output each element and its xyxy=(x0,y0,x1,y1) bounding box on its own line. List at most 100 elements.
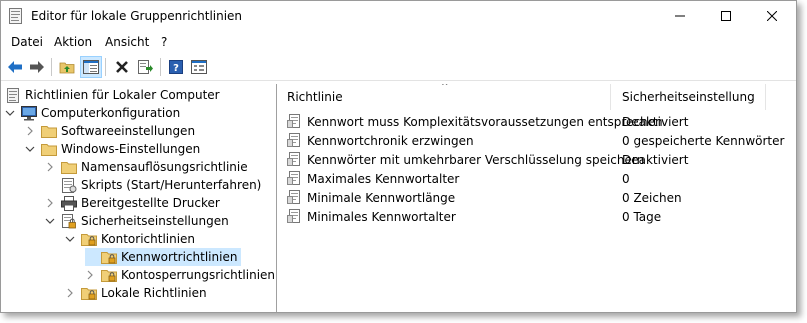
chevron-right-icon[interactable] xyxy=(85,270,95,280)
policy-row[interactable]: Maximales Kennwortalter 0 xyxy=(287,169,796,188)
lock-folder-icon xyxy=(81,286,97,301)
column-header-policy-label: Richtlinie xyxy=(287,90,343,104)
tree-item-label: Softwareeinstellungen xyxy=(61,124,196,138)
tree-item-label: Computerkonfiguration xyxy=(41,106,181,120)
sort-indicator: ^ xyxy=(441,84,449,92)
policy-item-icon xyxy=(287,133,303,148)
policy-name: Kennwortchronik erzwingen xyxy=(307,133,474,148)
policy-name: Kennwörter mit umkehrbarer Verschlüsselu… xyxy=(307,152,645,167)
help-button[interactable]: ? xyxy=(165,56,187,78)
policy-name: Minimale Kennwortlänge xyxy=(307,190,456,205)
menu-datei[interactable]: Datei xyxy=(11,35,43,49)
policy-item-icon xyxy=(287,171,303,186)
show-hide-tree-button[interactable] xyxy=(80,56,102,78)
toolbar-separator xyxy=(105,58,106,76)
properties-button[interactable] xyxy=(188,56,210,78)
security-setting-value: Deaktiviert xyxy=(622,114,689,129)
column-header-policy[interactable]: ^ Richtlinie xyxy=(281,84,611,110)
svg-text:?: ? xyxy=(173,63,179,74)
title-bar: Editor für lokale Gruppenrichtlinien xyxy=(1,1,796,31)
tree-item[interactable]: Lokale Richtlinien xyxy=(65,284,207,302)
tree-item[interactable]: Softwareeinstellungen xyxy=(25,122,195,140)
properties-icon xyxy=(191,60,207,74)
policy-row[interactable]: Minimale Kennwortlänge 0 Zeichen xyxy=(287,188,796,207)
menu-help[interactable]: ? xyxy=(161,35,167,49)
folder-up-button[interactable] xyxy=(56,56,78,78)
policy-item-icon xyxy=(287,114,303,129)
close-button[interactable] xyxy=(749,1,795,31)
tree-item-label: Kennwortrichtlinien xyxy=(121,250,238,264)
folder-icon xyxy=(61,160,77,175)
menu-bar: Datei Aktion Ansicht ? xyxy=(1,32,796,52)
chevron-right-icon[interactable] xyxy=(25,126,35,136)
tree-item[interactable]: Namensauflösungsrichtlinie xyxy=(45,158,248,176)
policy-item-icon xyxy=(287,190,303,205)
toolbar-separator xyxy=(51,58,52,76)
policy-name: Minimales Kennwortalter xyxy=(307,209,456,224)
menu-aktion[interactable]: Aktion xyxy=(54,35,92,49)
delete-icon xyxy=(116,61,128,73)
tree-item[interactable]: Bereitgestellte Drucker xyxy=(45,194,220,212)
export-list-button[interactable] xyxy=(134,56,156,78)
tree-item[interactable]: Kontosperrungsrichtlinien xyxy=(85,266,275,284)
show-hide-tree-icon xyxy=(83,60,99,74)
tree-item[interactable]: Richtlinien für Lokaler Computer xyxy=(5,86,220,104)
minimize-icon xyxy=(675,15,685,17)
toolbar: ? xyxy=(1,54,796,81)
chevron-right-icon[interactable] xyxy=(45,198,55,208)
policy-name: Maximales Kennwortalter xyxy=(307,171,460,186)
security-setting-value: 0 gespeicherte Kennwörter xyxy=(622,133,785,148)
chevron-right-icon[interactable] xyxy=(45,162,55,172)
export-list-icon xyxy=(138,60,153,74)
window-title: Editor für lokale Gruppenrichtlinien xyxy=(31,9,243,23)
menu-ansicht[interactable]: Ansicht xyxy=(105,35,149,49)
back-button[interactable] xyxy=(4,56,26,78)
folder-icon xyxy=(41,124,57,139)
security-icon xyxy=(61,213,77,229)
minimize-button[interactable] xyxy=(657,1,703,31)
tree-item-label: Namensauflösungsrichtlinie xyxy=(81,160,248,174)
maximize-button[interactable] xyxy=(703,1,749,31)
tree-item[interactable]: Computerkonfiguration xyxy=(5,104,180,122)
computer-icon xyxy=(21,105,37,121)
app-window: Editor für lokale Gruppenrichtlinien Dat… xyxy=(0,0,797,313)
forward-button[interactable] xyxy=(26,56,48,78)
lock-folder-icon xyxy=(101,268,117,283)
policy-list-pane: ^ Richtlinie Sicherheitseinstellung Kenn… xyxy=(281,84,796,312)
tree-item-label: Lokale Richtlinien xyxy=(101,286,207,300)
tree-item[interactable]: Windows-Einstellungen xyxy=(25,140,200,158)
tree-item[interactable]: Kennwortrichtlinien xyxy=(85,248,242,266)
chevron-right-icon[interactable] xyxy=(65,288,75,298)
printer-icon xyxy=(61,195,77,211)
lock-folder-icon xyxy=(101,250,117,265)
security-setting-value: 0 Tage xyxy=(622,209,662,224)
tree-item[interactable]: Kontorichtlinien xyxy=(65,230,195,248)
policy-row[interactable]: Minimales Kennwortalter 0 Tage xyxy=(287,207,796,226)
policy-row[interactable]: Kennwörter mit umkehrbarer Verschlüsselu… xyxy=(287,150,796,169)
back-icon xyxy=(8,61,22,73)
tree-item-label: Kontorichtlinien xyxy=(101,232,196,246)
tree-item[interactable]: Sicherheitseinstellungen xyxy=(45,212,229,230)
folder-icon xyxy=(41,142,57,157)
chevron-down-icon[interactable] xyxy=(45,216,55,226)
lock-folder-icon xyxy=(81,232,97,247)
column-header-security-setting-label: Sicherheitseinstellung xyxy=(622,90,755,104)
policy-name: Kennwort muss Komplexitätsvoraussetzunge… xyxy=(307,114,663,129)
column-header-security-setting[interactable]: Sicherheitseinstellung xyxy=(614,84,766,110)
policy-item-icon xyxy=(287,209,303,224)
policy-row[interactable]: Kennwort muss Komplexitätsvoraussetzunge… xyxy=(287,112,796,131)
chevron-down-icon[interactable] xyxy=(65,234,75,244)
toolbar-separator xyxy=(160,58,161,76)
delete-button[interactable] xyxy=(111,56,133,78)
tree-item-label: Bereitgestellte Drucker xyxy=(81,196,220,210)
policy-row[interactable]: Kennwortchronik erzwingen 0 gespeicherte … xyxy=(287,131,796,150)
tree-item-label: Windows-Einstellungen xyxy=(61,142,201,156)
maximize-icon xyxy=(721,11,731,21)
tree-item[interactable]: Skripts (Start/Herunterfahren) xyxy=(45,176,261,194)
chevron-down-icon[interactable] xyxy=(5,108,15,118)
forward-icon xyxy=(30,61,44,73)
security-setting-value: 0 xyxy=(622,171,630,186)
policy-editor-icon xyxy=(9,8,22,24)
policy-doc-icon xyxy=(5,87,21,103)
chevron-down-icon[interactable] xyxy=(25,144,35,154)
